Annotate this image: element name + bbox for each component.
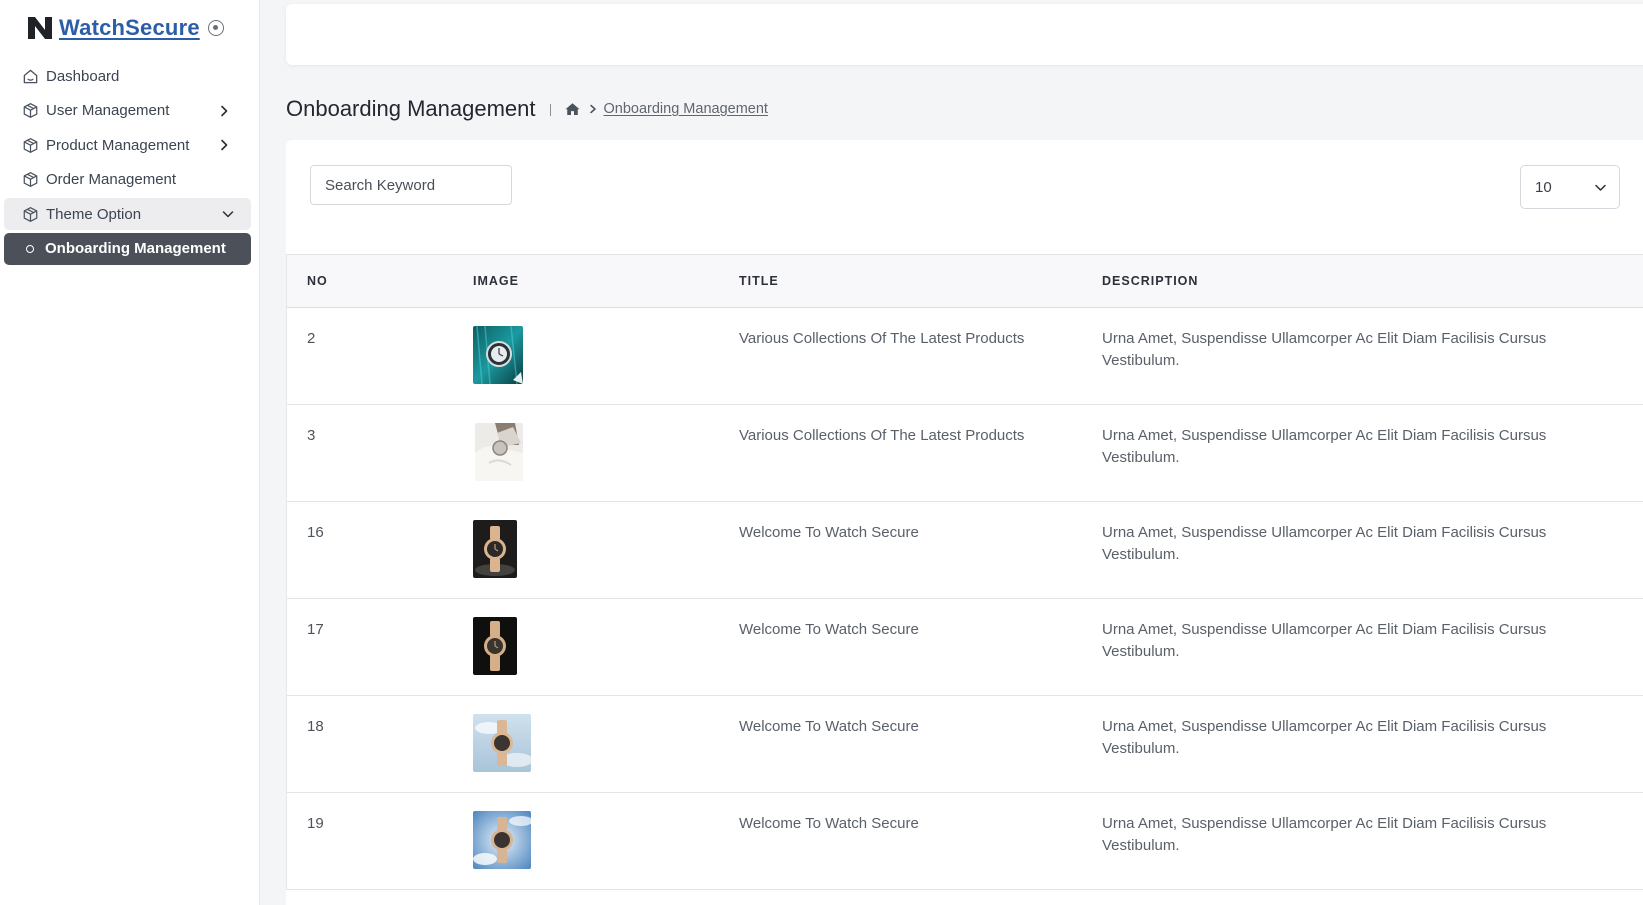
column-header-no[interactable]: NO xyxy=(307,274,328,288)
row-title: Various Collections Of The Latest Produc… xyxy=(739,330,1025,347)
sidebar-item-product-management[interactable]: Product Management xyxy=(4,129,251,161)
chevron-down-icon xyxy=(222,211,234,218)
column-header-description[interactable]: DESCRIPTION xyxy=(1102,274,1198,288)
row-title: Welcome To Watch Secure xyxy=(739,718,919,735)
table-row[interactable]: 16 Welcome To Watch Secure Urna Amet, Su… xyxy=(287,502,1643,599)
row-image xyxy=(473,617,517,675)
row-description: Urna Amet, Suspendisse Ullamcorper Ac El… xyxy=(1102,524,1547,563)
row-image xyxy=(473,326,523,384)
watch-thumbnail xyxy=(473,811,531,869)
watch-thumbnail xyxy=(473,714,531,772)
watch-thumbnail xyxy=(473,617,517,675)
row-description: Urna Amet, Suspendisse Ullamcorper Ac El… xyxy=(1102,621,1547,660)
page-size-value: 10 xyxy=(1535,178,1552,196)
table-row[interactable]: 2 Various Collections Of The Latest Prod… xyxy=(287,308,1643,405)
table-row[interactable]: 3 Various Collections Of The Latest Prod… xyxy=(287,405,1643,502)
circle-dot-icon xyxy=(26,244,34,253)
onboarding-table: NO IMAGE TITLE DESCRIPTION 2 Various Col… xyxy=(286,254,1643,890)
row-image xyxy=(473,520,517,578)
row-description: Urna Amet, Suspendisse Ullamcorper Ac El… xyxy=(1102,427,1547,466)
sidebar-item-label: Product Management xyxy=(46,136,190,154)
sidebar-item-label: User Management xyxy=(46,102,170,119)
row-title: Welcome To Watch Secure xyxy=(739,621,919,638)
chevron-right-icon xyxy=(221,139,228,151)
brand[interactable]: WatchSecure xyxy=(26,14,224,42)
box-icon xyxy=(23,172,38,187)
sidebar-item-order-management[interactable]: Order Management xyxy=(4,164,251,196)
row-number: 16 xyxy=(307,524,324,541)
breadcrumb-current-link[interactable]: Onboarding Management xyxy=(604,101,768,117)
sidebar-item-label: Onboarding Management xyxy=(45,240,226,257)
chevron-down-icon xyxy=(1595,184,1606,191)
column-header-image[interactable]: IMAGE xyxy=(473,274,519,288)
sidebar: WatchSecure Dashboard User Management Pr xyxy=(0,0,260,905)
page-header: Onboarding Management Onboarding Managem… xyxy=(286,96,768,122)
box-icon xyxy=(23,206,38,222)
watch-thumbnail xyxy=(473,326,523,384)
sidebar-item-dashboard[interactable]: Dashboard xyxy=(4,60,251,92)
home-outline-icon xyxy=(23,69,38,83)
watch-thumbnail xyxy=(475,423,523,481)
watch-thumbnail xyxy=(473,520,517,578)
table-row[interactable]: 18 Welcome To Watch Secure Urna Amet, Su… xyxy=(287,696,1643,793)
breadcrumb: Onboarding Management xyxy=(564,101,768,117)
column-header-title[interactable]: TITLE xyxy=(739,274,779,288)
brand-name[interactable]: WatchSecure xyxy=(59,15,200,41)
sidebar-nav: Dashboard User Management Product Manage… xyxy=(4,60,251,267)
box-icon xyxy=(23,103,38,118)
search-input[interactable] xyxy=(310,165,512,205)
row-number: 2 xyxy=(307,330,316,347)
sidebar-item-label: Dashboard xyxy=(46,67,120,85)
row-number: 19 xyxy=(307,815,324,832)
row-description: Urna Amet, Suspendisse Ullamcorper Ac El… xyxy=(1102,815,1547,854)
row-image xyxy=(475,423,523,481)
sidebar-item-label: Theme Option xyxy=(46,205,142,223)
sidebar-item-user-management[interactable]: User Management xyxy=(4,95,251,127)
row-title: Welcome To Watch Secure xyxy=(739,524,919,541)
box-icon xyxy=(23,137,38,153)
home-icon[interactable] xyxy=(564,102,580,116)
table-header: NO IMAGE TITLE DESCRIPTION xyxy=(287,254,1643,308)
page-title: Onboarding Management xyxy=(286,96,536,121)
row-title: Various Collections Of The Latest Produc… xyxy=(739,427,1025,444)
row-number: 18 xyxy=(307,718,324,735)
row-image xyxy=(473,811,531,869)
row-description: Urna Amet, Suspendisse Ullamcorper Ac El… xyxy=(1102,330,1547,369)
row-number: 3 xyxy=(307,427,316,444)
chevron-right-icon xyxy=(221,105,228,116)
row-description: Urna Amet, Suspendisse Ullamcorper Ac El… xyxy=(1102,718,1547,757)
row-number: 17 xyxy=(307,621,324,638)
table-row[interactable]: 19 Welcome To Watch Secure Urna Amet, Su… xyxy=(287,793,1643,890)
top-bar xyxy=(286,4,1643,65)
chevron-right-icon xyxy=(589,104,596,114)
sidebar-item-label: Order Management xyxy=(46,171,177,188)
sidebar-item-onboarding-management[interactable]: Onboarding Management xyxy=(4,232,251,265)
title-divider xyxy=(549,104,551,116)
page-size-select[interactable]: 10 xyxy=(1520,165,1620,209)
brand-logo-icon xyxy=(28,17,52,39)
table-row[interactable]: 17 Welcome To Watch Secure Urna Amet, Su… xyxy=(287,599,1643,696)
row-title: Welcome To Watch Secure xyxy=(739,815,919,832)
sidebar-toggle-icon[interactable] xyxy=(207,20,224,36)
row-image xyxy=(473,714,531,772)
sidebar-item-theme-option[interactable]: Theme Option xyxy=(4,198,251,230)
onboarding-card: 10 NO IMAGE TITLE DESCRIPTION 2 xyxy=(286,140,1643,905)
